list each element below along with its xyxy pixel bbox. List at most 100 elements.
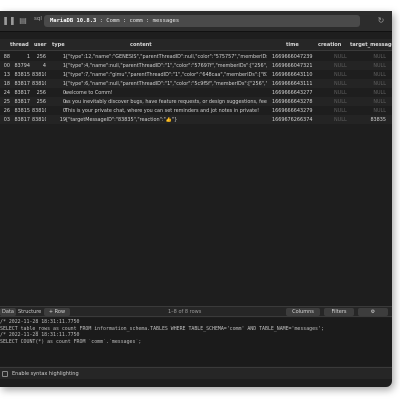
cell-time[interactable]: 1669676266374	[272, 117, 332, 123]
cell-target[interactable]: NULL	[348, 81, 386, 87]
cell-target[interactable]: NULL	[348, 90, 386, 96]
table-row[interactable]: 25 83817 256 0 as you inevitably discove…	[0, 97, 392, 106]
add-row-button[interactable]: + Row	[44, 308, 70, 316]
table-row[interactable]: 88 1 256 1 {"type":12,"name":"GENESIS","…	[0, 52, 392, 61]
cell-creation[interactable]: NULL	[334, 99, 348, 105]
cell-id[interactable]: 03	[0, 117, 10, 123]
cell-type[interactable]: 1	[52, 72, 66, 78]
cell-target[interactable]: NULL	[348, 72, 386, 78]
table-icon[interactable]: ▤	[16, 15, 30, 27]
col-type[interactable]: type	[52, 42, 65, 48]
cell-time[interactable]: 1669666643111	[272, 81, 332, 87]
syntax-highlight-label[interactable]: Enable syntax highlighting	[12, 371, 79, 377]
cell-user[interactable]: 256	[32, 54, 46, 60]
sql-label[interactable]: sql	[34, 16, 42, 22]
filters-button[interactable]: Filters	[324, 308, 354, 316]
cell-content[interactable]: {"targetMessageID":"83835","reaction":"👍…	[65, 117, 267, 123]
table-body: 88 1 256 1 {"type":12,"name":"GENESIS","…	[0, 52, 392, 124]
cell-type[interactable]: 1	[52, 81, 66, 87]
log-line: SELECT COUNT(*) as count FROM `comm`.`me…	[0, 338, 142, 345]
row-count: 1–8 of 8 rows	[168, 309, 202, 315]
cell-target[interactable]: NULL	[348, 108, 386, 114]
cell-time[interactable]: 1669666047321	[272, 63, 332, 69]
cell-creation[interactable]: NULL	[334, 81, 348, 87]
tableplus-window: ❚❚ ▤ sql MariaDB 10.8.3 : Comm : comm : …	[0, 11, 392, 387]
cell-content[interactable]: {"type":12,"name":"GENESIS","parentThrea…	[65, 54, 267, 60]
cell-content[interactable]: as you inevitably discover bugs, have fe…	[65, 99, 267, 105]
gear-icon[interactable]: ⚙	[358, 308, 388, 316]
cell-time[interactable]: 1669666643278	[272, 99, 332, 105]
cell-time[interactable]: 1669666643277	[272, 90, 332, 96]
pause-icon[interactable]: ❚❚	[2, 15, 16, 27]
cell-time[interactable]: 1669666643110	[272, 72, 332, 78]
cell-creation[interactable]: NULL	[334, 54, 348, 60]
col-time[interactable]: time	[286, 42, 299, 48]
connection-path: : Comm : comm : messages	[96, 18, 180, 24]
table-row[interactable]: 26 83815 83810 0 This is your private ch…	[0, 106, 392, 115]
col-target-message[interactable]: target_message	[350, 42, 392, 48]
cell-user[interactable]: 256	[32, 90, 46, 96]
cell-time[interactable]: 1669666047239	[272, 54, 332, 60]
cell-thread[interactable]: 1	[10, 54, 30, 60]
cell-type[interactable]: 0	[52, 90, 66, 96]
table-row[interactable]: 18 83817 83810 1 {"type":6,"name":null,"…	[0, 79, 392, 88]
cell-creation[interactable]: NULL	[334, 90, 348, 96]
cell-target[interactable]: NULL	[348, 54, 386, 60]
table-row[interactable]: 00 83794 4 1 {"type":4,"name":null,"pare…	[0, 61, 392, 70]
cell-thread[interactable]: 83815	[10, 108, 30, 114]
col-creation[interactable]: creation	[318, 42, 341, 48]
cell-creation[interactable]: NULL	[334, 108, 348, 114]
table-header: thread user type content time creation t…	[0, 39, 392, 51]
query-log: /* 2022-11-28 18:31:11.7750 SELECT table…	[0, 318, 392, 366]
cell-target[interactable]: NULL	[348, 99, 386, 105]
cell-id[interactable]: 13	[0, 72, 10, 78]
cell-thread[interactable]: 83794	[10, 63, 30, 69]
cell-time[interactable]: 1669666643279	[272, 108, 332, 114]
cell-user[interactable]: 256	[32, 99, 46, 105]
col-content[interactable]: content	[130, 42, 152, 48]
cell-user[interactable]: 83810	[32, 72, 46, 78]
cell-target[interactable]: NULL	[348, 63, 386, 69]
col-thread[interactable]: thread	[10, 42, 29, 48]
log-footer: Enable syntax highlighting	[0, 367, 392, 379]
col-user[interactable]: user	[34, 42, 46, 48]
table-row[interactable]: 13 83815 83810 1 {"type":7,"name":"gimu"…	[0, 70, 392, 79]
cell-type[interactable]: 0	[52, 108, 66, 114]
cell-thread[interactable]: 83817	[10, 90, 30, 96]
cell-id[interactable]: 00	[0, 63, 10, 69]
cell-id[interactable]: 26	[0, 108, 10, 114]
cell-content[interactable]: {"type":7,"name":"gimu","parentThreadID"…	[65, 72, 267, 78]
cell-id[interactable]: 25	[0, 99, 10, 105]
cell-creation[interactable]: NULL	[334, 72, 348, 78]
columns-button[interactable]: Columns	[286, 308, 320, 316]
cell-type[interactable]: 1	[52, 63, 66, 69]
cell-content[interactable]: {"type":6,"name":null,"parentThreadID":"…	[65, 81, 267, 87]
table-row[interactable]: 24 83817 256 0 welcome to Comm! 16696666…	[0, 88, 392, 97]
cell-user[interactable]: 83810	[32, 81, 46, 87]
cell-creation[interactable]: NULL	[334, 117, 348, 123]
cell-user[interactable]: 83810	[32, 108, 46, 114]
cell-thread[interactable]: 83817	[10, 117, 30, 123]
cell-id[interactable]: 18	[0, 81, 10, 87]
tab-data[interactable]: Data	[0, 308, 16, 316]
syntax-highlight-checkbox[interactable]	[2, 371, 8, 377]
cell-user[interactable]: 83810	[32, 117, 46, 123]
tab-structure[interactable]: Structure	[16, 308, 43, 316]
cell-type[interactable]: 1	[52, 54, 66, 60]
refresh-icon[interactable]: ↻	[374, 15, 388, 27]
cell-content[interactable]: welcome to Comm!	[65, 90, 267, 96]
table-row[interactable]: 03 83817 83810 19 {"targetMessageID":"83…	[0, 115, 392, 124]
cell-id[interactable]: 88	[0, 54, 10, 60]
cell-content[interactable]: {"type":4,"name":null,"parentThreadID":"…	[65, 63, 267, 69]
cell-id[interactable]: 24	[0, 90, 10, 96]
cell-type[interactable]: 0	[52, 99, 66, 105]
cell-thread[interactable]: 83817	[10, 99, 30, 105]
cell-thread[interactable]: 83815	[10, 72, 30, 78]
cell-creation[interactable]: NULL	[334, 63, 348, 69]
cell-user[interactable]: 4	[32, 63, 46, 69]
connection-bar[interactable]: MariaDB 10.8.3 : Comm : comm : messages	[44, 15, 360, 27]
cell-content[interactable]: This is your private chat, where you can…	[65, 108, 267, 114]
cell-target[interactable]: 83835	[348, 117, 386, 123]
cell-thread[interactable]: 83817	[10, 81, 30, 87]
cell-type[interactable]: 19	[52, 117, 66, 123]
